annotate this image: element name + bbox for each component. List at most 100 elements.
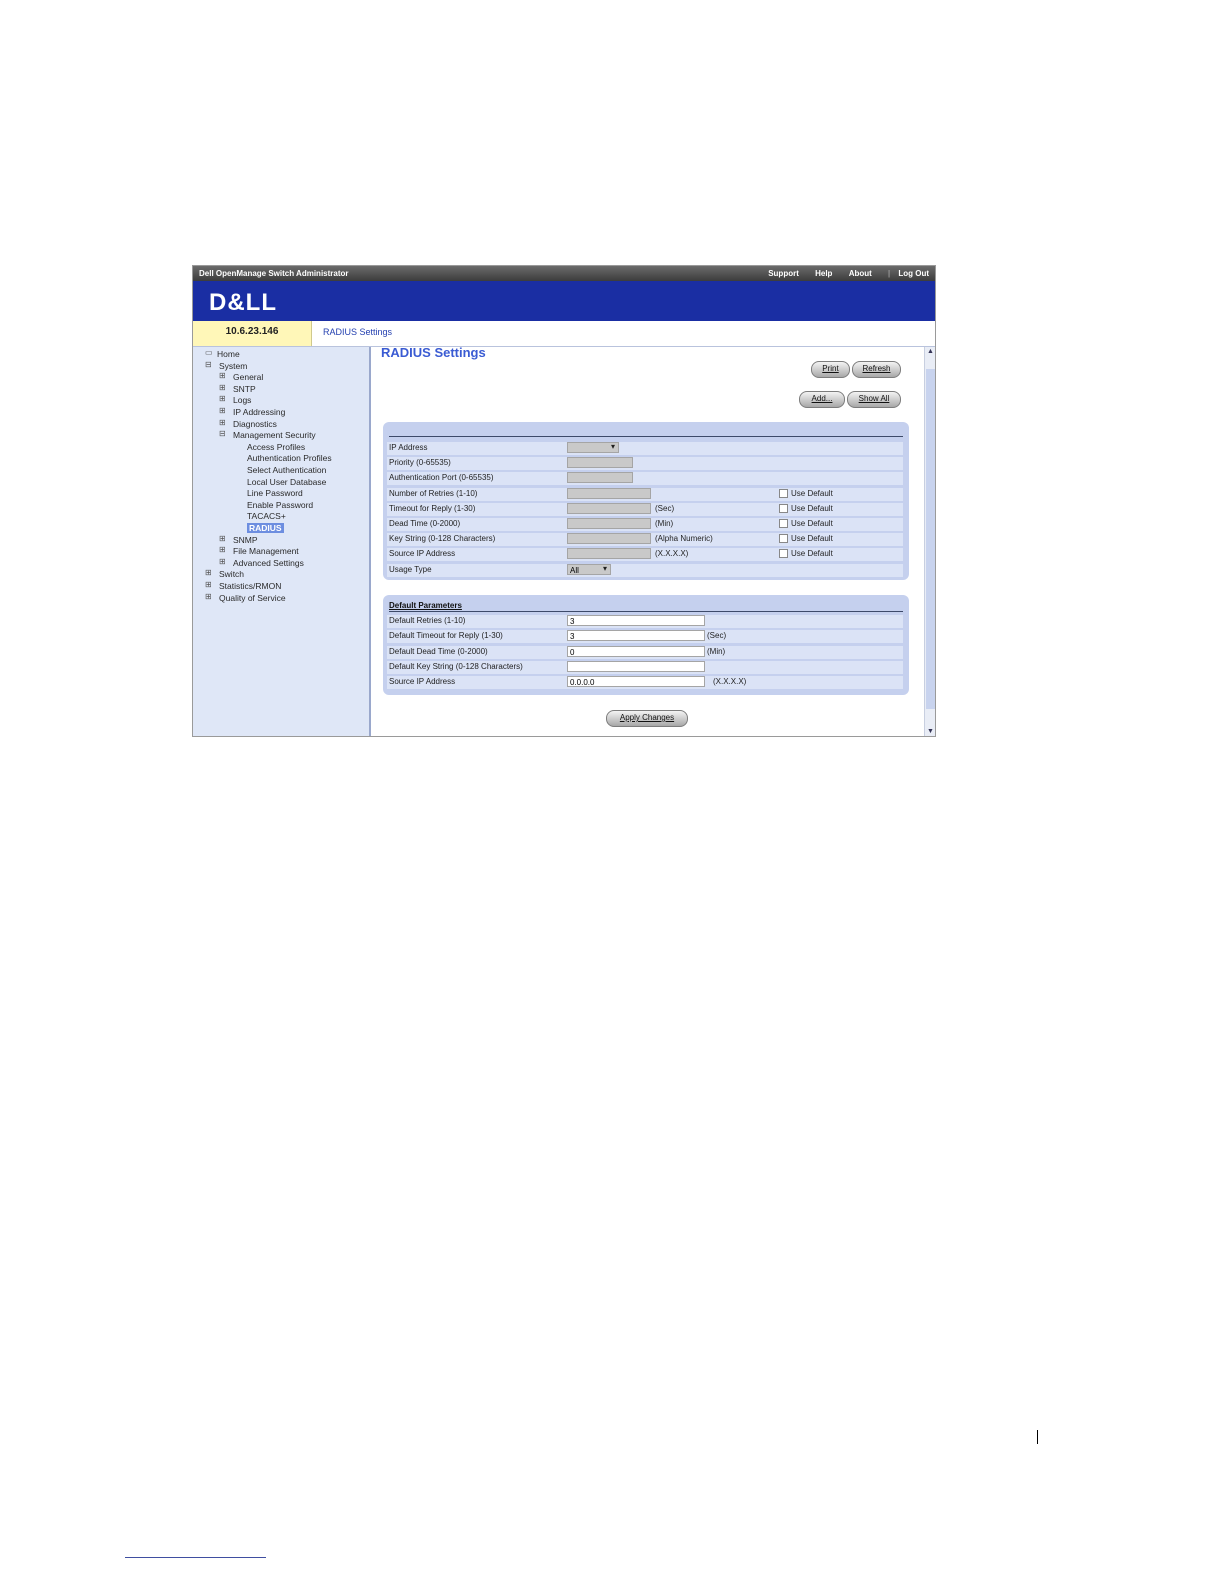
tree-item-statistics-rmon[interactable]: Statistics/RMON <box>219 581 281 591</box>
tree-item-ip-addressing[interactable]: IP Addressing <box>233 407 285 417</box>
scroll-thumb[interactable] <box>926 369 935 709</box>
chevron-down-icon[interactable]: ▾ <box>611 442 615 451</box>
server-input[interactable] <box>567 457 633 469</box>
server-input[interactable] <box>567 472 633 484</box>
tree-item-home[interactable]: Home <box>217 349 240 359</box>
tree-item-local-user-database[interactable]: Local User Database <box>247 477 326 487</box>
tree-item-file-management[interactable]: File Management <box>233 546 299 556</box>
server-row: Priority (0-65535) <box>387 457 903 471</box>
folder-icon: ▭ <box>205 348 213 357</box>
use-default-label: Use Default <box>791 519 833 528</box>
apply-changes-button[interactable]: Apply Changes <box>606 710 688 727</box>
field-label: Default Key String (0-128 Characters) <box>389 661 523 671</box>
logout-link[interactable]: Log Out <box>898 269 929 278</box>
collapse-icon[interactable]: ⊟ <box>205 360 212 369</box>
tree-item-system[interactable]: System <box>219 361 247 371</box>
expand-icon[interactable]: ⊞ <box>205 568 212 577</box>
expand-icon[interactable]: ⊞ <box>219 371 226 380</box>
tree-item-management-security[interactable]: Management Security <box>233 430 316 440</box>
app-title: Dell OpenManage Switch Administrator <box>199 269 349 278</box>
tree-item-access-profiles[interactable]: Access Profiles <box>247 442 305 452</box>
field-label: Source IP Address <box>389 549 456 559</box>
default-input[interactable]: 0 <box>567 645 705 657</box>
print-button[interactable]: Print <box>811 361 850 378</box>
server-input[interactable] <box>567 518 651 529</box>
server-row: Key String (0-128 Characters) (Alpha Nume… <box>387 533 903 547</box>
expand-icon[interactable]: ⊞ <box>219 557 226 566</box>
field-label: Priority (0-65535) <box>389 458 451 468</box>
server-input[interactable] <box>567 548 651 560</box>
scroll-up-icon[interactable]: ▲ <box>926 348 935 355</box>
refresh-button[interactable]: Refresh <box>852 361 901 378</box>
expand-icon[interactable]: ⊞ <box>219 545 226 554</box>
tree-item-advanced-settings[interactable]: Advanced Settings <box>233 558 304 568</box>
server-input[interactable] <box>567 502 651 514</box>
main-content: RADIUS Settings Print Refresh Add... Sho… <box>371 345 924 736</box>
tree-item-enable-password[interactable]: Enable Password <box>247 500 313 510</box>
field-label: Source IP Address <box>389 677 456 687</box>
collapse-icon[interactable]: ⊟ <box>219 429 226 438</box>
use-default-checkbox[interactable] <box>779 534 788 544</box>
support-link[interactable]: Support <box>768 269 799 278</box>
breadcrumb: RADIUS Settings <box>323 327 393 337</box>
tree-item-logs[interactable]: Logs <box>233 395 251 405</box>
expand-icon[interactable]: ⊞ <box>205 580 212 589</box>
tree-item-radius[interactable]: RADIUS <box>247 523 284 533</box>
vertical-scrollbar[interactable]: ▲ ▼ <box>924 347 935 736</box>
tree-item-tacacs-[interactable]: TACACS+ <box>247 511 286 521</box>
about-link[interactable]: About <box>849 269 872 278</box>
default-row: Default Key String (0-128 Characters) <box>387 660 903 674</box>
server-row: IP Address ▾ <box>387 442 903 455</box>
field-label: Usage Type <box>389 564 432 574</box>
server-row: Number of Retries (1-10) Use Default <box>387 487 903 501</box>
link-divider: | <box>888 269 891 278</box>
tree-item-switch[interactable]: Switch <box>219 569 244 579</box>
field-label: Default Timeout for Reply (1-30) <box>389 631 503 641</box>
expand-icon[interactable]: ⊞ <box>219 394 226 403</box>
tree-item-quality-of-service[interactable]: Quality of Service <box>219 593 286 603</box>
chevron-down-icon[interactable]: ▾ <box>603 564 607 573</box>
tree-item-authentication-profiles[interactable]: Authentication Profiles <box>247 453 332 463</box>
field-label: Timeout for Reply (1-30) <box>389 503 476 513</box>
default-input[interactable]: 3 <box>567 630 705 642</box>
use-default-checkbox[interactable] <box>779 503 788 513</box>
page-margin-mark <box>1037 1430 1038 1444</box>
tree-item-select-authentication[interactable]: Select Authentication <box>247 465 326 475</box>
expand-icon[interactable]: ⊞ <box>219 406 226 415</box>
tree-item-general[interactable]: General <box>233 372 263 382</box>
unit-hint: (Sec) <box>707 631 727 641</box>
default-input[interactable]: 0.0.0.0 <box>567 676 705 688</box>
help-link[interactable]: Help <box>815 269 832 278</box>
scroll-down-icon[interactable]: ▼ <box>926 728 935 735</box>
use-default-checkbox[interactable] <box>779 519 788 528</box>
address-bar: 10.6.23.146 RADIUS Settings <box>193 321 935 347</box>
panel-rule <box>389 611 903 612</box>
use-default-label: Use Default <box>791 488 833 498</box>
tree-item-line-password[interactable]: Line Password <box>247 488 303 498</box>
expand-icon[interactable]: ⊞ <box>219 534 226 543</box>
tree-item-diagnostics[interactable]: Diagnostics <box>233 419 277 429</box>
page-title: RADIUS Settings <box>381 345 486 360</box>
server-input[interactable] <box>567 487 651 499</box>
field-label: Key String (0-128 Characters) <box>389 534 496 544</box>
top-bar: Dell OpenManage Switch Administrator Sup… <box>193 266 935 281</box>
unit-hint: (Min) <box>707 646 726 656</box>
default-input[interactable] <box>567 660 705 672</box>
default-input[interactable]: 3 <box>567 615 705 626</box>
expand-icon[interactable]: ⊞ <box>205 592 212 601</box>
unit-hint: (Min) <box>655 519 674 528</box>
show-all-button[interactable]: Show All <box>847 391 901 408</box>
expand-icon[interactable]: ⊞ <box>219 418 226 427</box>
unit-hint: (X.X.X.X) <box>713 677 747 687</box>
tree-item-sntp[interactable]: SNTP <box>233 384 256 394</box>
server-input[interactable] <box>567 533 651 545</box>
tree-item-snmp[interactable]: SNMP <box>233 535 258 545</box>
unit-hint: (Sec) <box>655 503 675 513</box>
use-default-checkbox[interactable] <box>779 549 788 559</box>
use-default-checkbox[interactable] <box>779 488 788 498</box>
expand-icon[interactable]: ⊞ <box>219 383 226 392</box>
default-row: Default Timeout for Reply (1-30) 3 (Sec) <box>387 630 903 644</box>
add-button[interactable]: Add... <box>799 391 845 408</box>
field-label: IP Address <box>389 443 428 452</box>
default-row: Source IP Address 0.0.0.0 (X.X.X.X) <box>387 676 903 690</box>
